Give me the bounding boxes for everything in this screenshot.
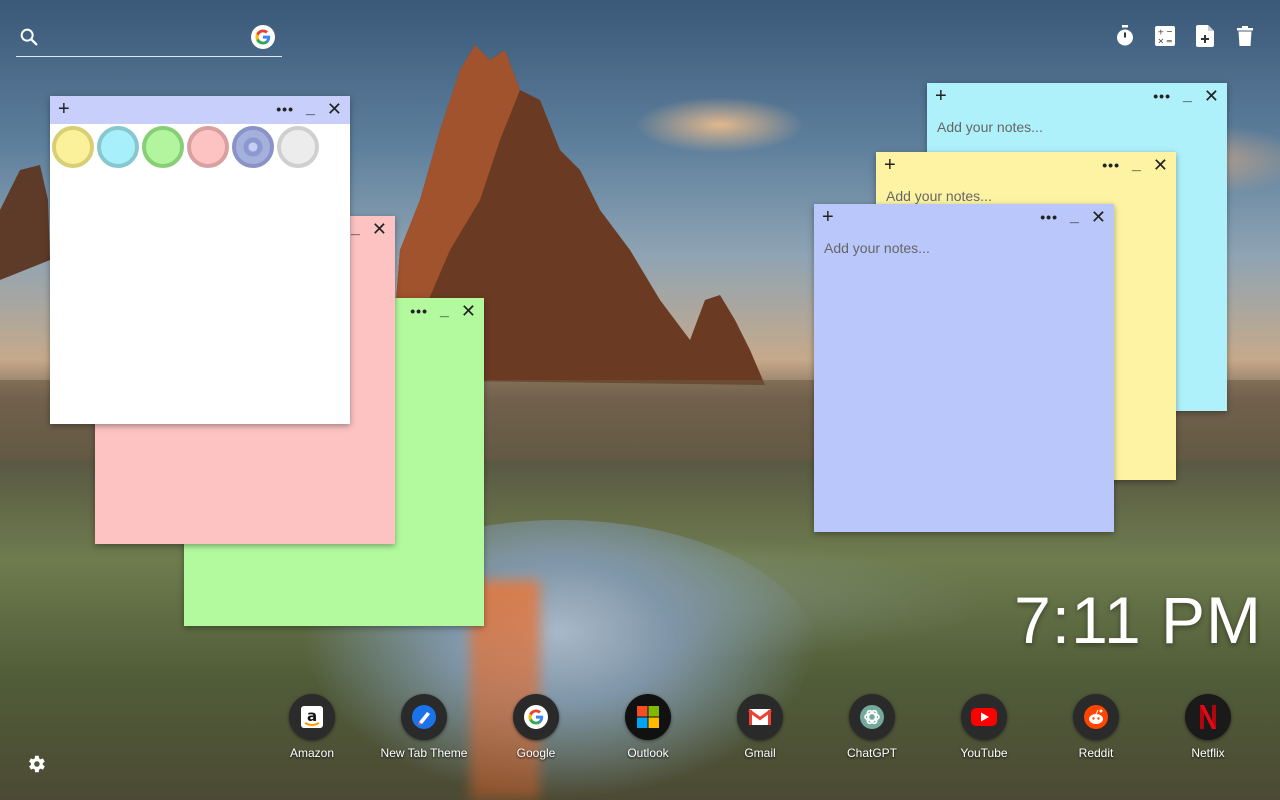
add-note-icon[interactable]: + — [822, 207, 834, 227]
add-note-icon[interactable]: + — [58, 99, 70, 119]
minimize-icon[interactable]: _ — [351, 220, 360, 238]
note-textarea[interactable] — [814, 232, 1114, 532]
more-options-icon[interactable]: ••• — [1102, 156, 1120, 174]
shortcut-label: Gmail — [744, 746, 776, 760]
youtube-icon — [961, 694, 1007, 740]
more-options-icon[interactable]: ••• — [410, 302, 428, 320]
note-periwinkle[interactable]: + ••• _ ✕ — [814, 204, 1114, 532]
svg-text:−: − — [1166, 27, 1173, 36]
timer-icon[interactable] — [1114, 25, 1136, 47]
color-swatch-green[interactable] — [142, 126, 184, 168]
new-note-icon[interactable] — [1194, 25, 1216, 47]
search-bar[interactable] — [16, 22, 282, 57]
trash-icon[interactable] — [1234, 25, 1256, 47]
minimize-icon[interactable]: _ — [306, 100, 315, 118]
shortcut-chatgpt[interactable]: ChatGPT — [816, 694, 928, 760]
shortcut-gmail[interactable]: Gmail — [704, 694, 816, 760]
close-icon[interactable]: ✕ — [1091, 208, 1106, 226]
reddit-icon — [1073, 694, 1119, 740]
shortcut-label: ChatGPT — [846, 746, 897, 760]
netflix-icon — [1185, 694, 1231, 740]
shortcut-label: Outlook — [627, 746, 669, 760]
shortcut-label: Google — [516, 746, 556, 760]
more-options-icon[interactable]: ••• — [1153, 87, 1171, 105]
color-palette — [50, 126, 321, 168]
shortcut-label: Reddit — [1078, 746, 1114, 760]
note-header[interactable]: + ••• _ ✕ — [50, 96, 350, 124]
chatgpt-icon — [849, 694, 895, 740]
new-tab-theme-icon — [401, 694, 447, 740]
shortcut-label: New Tab Theme — [380, 746, 468, 760]
svg-text:×: × — [1158, 37, 1165, 46]
svg-text:=: = — [1166, 37, 1173, 46]
shortcut-label: Amazon — [289, 746, 335, 760]
microsoft-icon — [625, 694, 671, 740]
minimize-icon[interactable]: _ — [1132, 156, 1141, 174]
note-header[interactable]: + ••• _ ✕ — [876, 152, 1176, 180]
shortcut-amazon[interactable]: a Amazon — [256, 694, 368, 760]
google-icon — [513, 694, 559, 740]
minimize-icon[interactable]: _ — [1183, 87, 1192, 105]
color-swatch-periwinkle[interactable] — [232, 126, 274, 168]
search-icon — [18, 26, 40, 53]
close-icon[interactable]: ✕ — [1153, 156, 1168, 174]
svg-text:+: + — [1158, 28, 1165, 37]
shortcut-netflix[interactable]: Netflix — [1152, 694, 1264, 760]
clock: 7:11 PM — [1014, 583, 1262, 657]
svg-text:a: a — [307, 707, 317, 725]
minimize-icon[interactable]: _ — [1070, 208, 1079, 226]
top-toolbar: + − × = — [1114, 25, 1256, 47]
note-white[interactable]: + ••• _ ✕ — [50, 96, 350, 424]
color-swatch-yellow[interactable] — [52, 126, 94, 168]
amazon-icon: a — [289, 694, 335, 740]
more-options-icon[interactable]: ••• — [276, 100, 294, 118]
color-swatch-pink[interactable] — [187, 126, 229, 168]
add-note-icon[interactable]: + — [884, 155, 896, 175]
shortcut-outlook[interactable]: Outlook — [592, 694, 704, 760]
close-icon[interactable]: ✕ — [327, 100, 342, 118]
more-options-icon[interactable]: ••• — [1040, 208, 1058, 226]
close-icon[interactable]: ✕ — [372, 220, 387, 238]
search-input[interactable] — [46, 26, 250, 52]
shortcut-dock: a Amazon New Tab Theme Google Outlook Gm… — [256, 694, 1264, 760]
shortcut-new-tab-theme[interactable]: New Tab Theme — [368, 694, 480, 760]
settings-gear-icon[interactable] — [25, 753, 47, 780]
google-search-icon[interactable] — [251, 25, 275, 49]
shortcut-label: Netflix — [1191, 746, 1225, 760]
close-icon[interactable]: ✕ — [1204, 87, 1219, 105]
shortcut-youtube[interactable]: YouTube — [928, 694, 1040, 760]
shortcut-google[interactable]: Google — [480, 694, 592, 760]
shortcut-label: YouTube — [960, 746, 1008, 760]
add-note-icon[interactable]: + — [935, 86, 947, 106]
close-icon[interactable]: ✕ — [461, 302, 476, 320]
calculator-icon[interactable]: + − × = — [1154, 25, 1176, 47]
gmail-icon — [737, 694, 783, 740]
note-header[interactable]: + ••• _ ✕ — [927, 83, 1227, 111]
color-swatch-gray[interactable] — [277, 126, 319, 168]
color-swatch-cyan[interactable] — [97, 126, 139, 168]
minimize-icon[interactable]: _ — [440, 302, 449, 320]
shortcut-reddit[interactable]: Reddit — [1040, 694, 1152, 760]
note-header[interactable]: + ••• _ ✕ — [814, 204, 1114, 232]
